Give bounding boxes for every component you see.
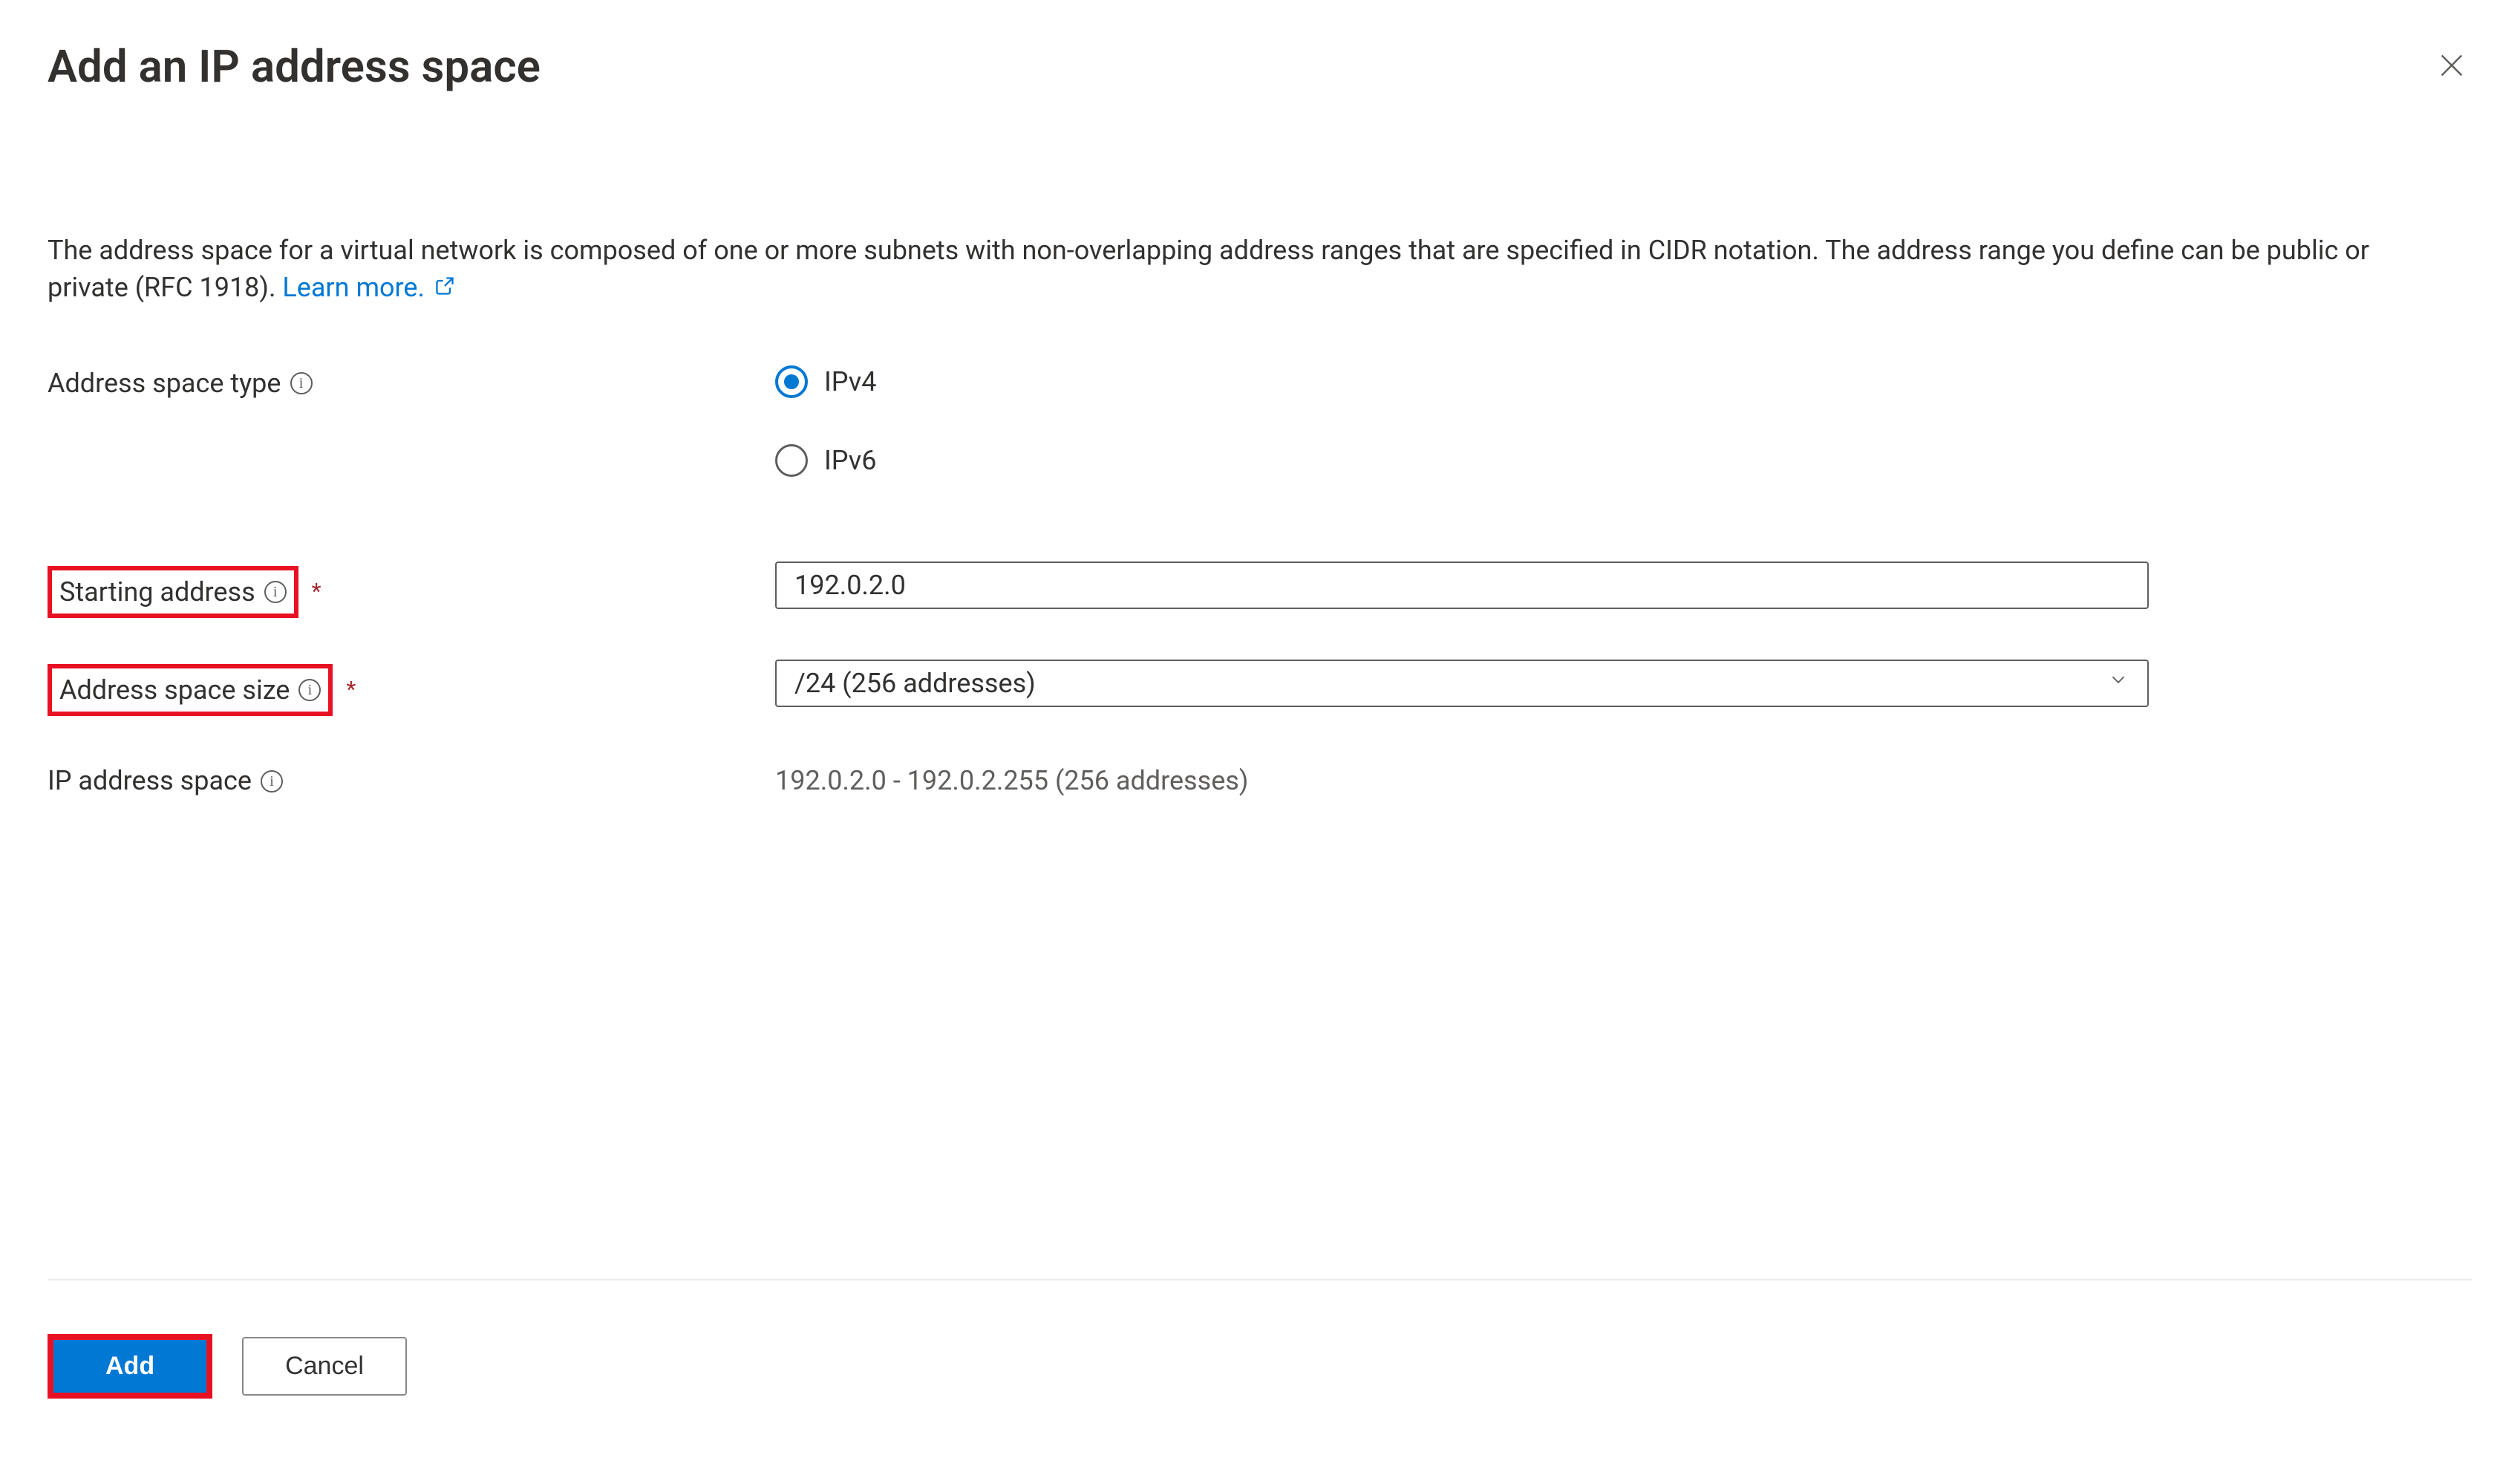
required-indicator: * <box>346 674 356 706</box>
chevron-down-icon <box>2107 668 2129 698</box>
starting-address-input[interactable] <box>775 562 2149 609</box>
label-ip-address-space: IP address space i <box>48 758 775 799</box>
label-text: IP address space <box>48 762 252 799</box>
external-link-icon <box>434 276 455 302</box>
info-icon[interactable]: i <box>261 770 283 793</box>
radio-option-ipv6[interactable]: IPv6 <box>775 442 2149 479</box>
learn-more-link[interactable]: Learn more. <box>282 272 455 303</box>
close-button[interactable] <box>2431 45 2472 91</box>
highlight-address-space-size: Address space size i <box>48 664 333 716</box>
label-address-space-type: Address space type i <box>48 360 775 402</box>
label-text: Starting address <box>59 573 255 611</box>
row-address-space-size: Address space size i * /24 (256 addresse… <box>48 660 2472 716</box>
panel-footer: Add Cancel <box>48 1279 2472 1399</box>
radio-option-ipv4[interactable]: IPv4 <box>775 363 2149 400</box>
close-icon <box>2437 51 2467 80</box>
address-space-size-dropdown[interactable]: /24 (256 addresses) <box>775 660 2149 707</box>
row-starting-address: Starting address i * <box>48 562 2472 618</box>
highlight-add-button: Add <box>48 1334 212 1399</box>
row-address-space-type: Address space type i IPv4 IPv6 <box>48 360 2472 480</box>
radio-indicator <box>775 444 808 477</box>
dropdown-selected-value: /24 (256 addresses) <box>794 665 1036 702</box>
label-address-space-size: Address space size i * <box>48 660 775 716</box>
required-indicator: * <box>312 576 321 608</box>
address-space-type-radio-group: IPv4 IPv6 <box>775 360 2149 480</box>
row-ip-address-space: IP address space i 192.0.2.0 - 192.0.2.2… <box>48 758 2472 799</box>
radio-label-ipv4: IPv4 <box>824 363 876 400</box>
add-ip-address-space-panel: Add an IP address space The address spac… <box>0 0 2520 1458</box>
panel-title: Add an IP address space <box>48 36 541 98</box>
label-text: Address space size <box>59 671 290 709</box>
learn-more-label: Learn more. <box>282 272 425 303</box>
highlight-starting-address: Starting address i <box>48 566 298 618</box>
cancel-button[interactable]: Cancel <box>242 1337 407 1396</box>
form: Address space type i IPv4 IPv6 <box>48 360 2472 800</box>
radio-indicator <box>775 365 808 398</box>
panel-description: The address space for a virtual network … <box>48 232 2423 307</box>
info-icon[interactable]: i <box>290 372 313 394</box>
info-icon[interactable]: i <box>264 581 287 603</box>
ip-address-space-value: 192.0.2.0 - 192.0.2.255 (256 addresses) <box>775 758 2149 799</box>
label-starting-address: Starting address i * <box>48 562 775 618</box>
footer-buttons: Add Cancel <box>48 1334 2472 1399</box>
radio-label-ipv6: IPv6 <box>824 442 876 479</box>
info-icon[interactable]: i <box>298 679 321 701</box>
add-button[interactable]: Add <box>53 1340 206 1393</box>
panel-header: Add an IP address space <box>48 36 2472 98</box>
label-text: Address space type <box>48 365 281 402</box>
footer-separator <box>48 1279 2472 1280</box>
